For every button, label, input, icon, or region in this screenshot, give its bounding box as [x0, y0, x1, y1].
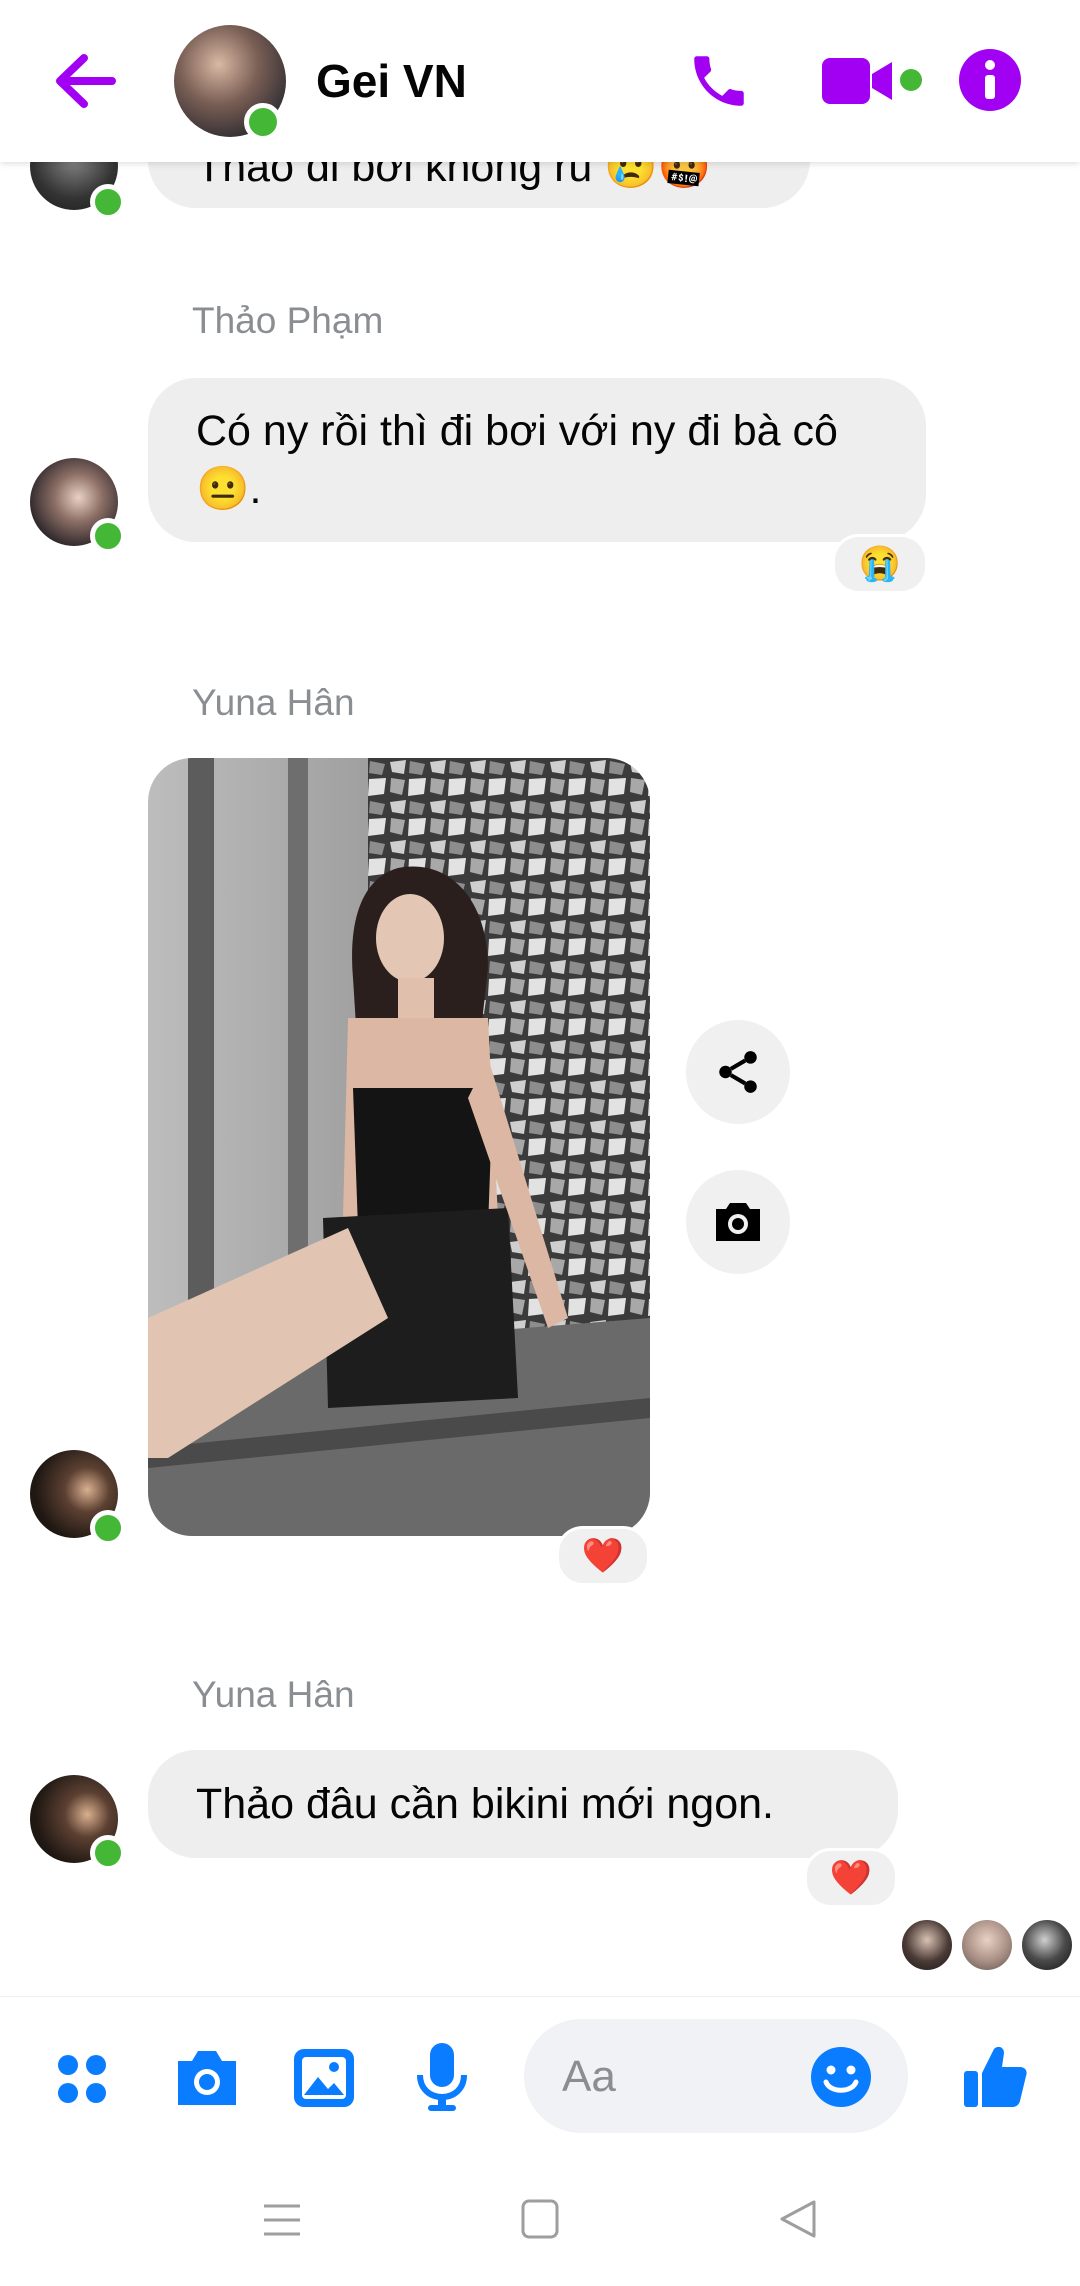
- message-composer: [0, 1996, 1080, 2157]
- sender-name: Yuna Hân: [192, 682, 355, 723]
- video-camera-icon: [822, 58, 892, 104]
- message-bubble[interactable]: Thảo đâu cần bikini mới ngon.: [148, 1750, 898, 1858]
- share-button[interactable]: [686, 1020, 790, 1124]
- microphone-icon: [417, 2043, 467, 2111]
- online-indicator: [90, 1835, 126, 1871]
- more-actions-button[interactable]: [56, 2053, 108, 2105]
- message-input-container[interactable]: [524, 2019, 908, 2133]
- photo-attachment[interactable]: [148, 758, 650, 1536]
- video-call-button[interactable]: [822, 54, 922, 108]
- voice-message-button[interactable]: [416, 2041, 468, 2113]
- sender-name: Yuna Hân: [192, 1674, 355, 1715]
- emoji-icon: [811, 2047, 871, 2107]
- message-reaction[interactable]: ❤️: [804, 1848, 898, 1908]
- message-text: Có ny rồi thì đi bơi với ny đi bà cô 😐.: [196, 407, 838, 513]
- message-bubble[interactable]: Có ny rồi thì đi bơi với ny đi bà cô 😐.: [148, 378, 926, 542]
- camera-button[interactable]: [174, 2047, 240, 2109]
- phone-icon: [694, 56, 744, 106]
- like-button[interactable]: [962, 2043, 1028, 2109]
- camera-icon: [178, 2051, 236, 2105]
- message-reaction[interactable]: 😭: [832, 534, 928, 594]
- online-indicator: [90, 1510, 126, 1546]
- camera-edit-button[interactable]: [686, 1170, 790, 1274]
- message-input[interactable]: [560, 2049, 804, 2105]
- photo-image: [148, 758, 650, 1536]
- system-back-button[interactable]: [778, 2198, 818, 2240]
- gallery-button[interactable]: [292, 2047, 356, 2109]
- seen-avatar[interactable]: [900, 1918, 954, 1972]
- online-indicator: [90, 518, 126, 554]
- message-reaction[interactable]: ❤️: [556, 1526, 650, 1586]
- share-icon: [719, 1051, 757, 1093]
- recent-apps-icon: [264, 2204, 300, 2236]
- home-button[interactable]: [520, 2198, 560, 2240]
- message-text: Thảo đâu cần bikini mới ngon.: [196, 1780, 774, 1828]
- sender-name: Thảo Phạm: [192, 300, 384, 341]
- gallery-icon: [294, 2049, 354, 2107]
- video-active-dot: [900, 69, 922, 91]
- recent-apps-button[interactable]: [262, 2200, 302, 2240]
- camera-icon: [716, 1203, 760, 1241]
- chat-header: Gei VN: [0, 0, 1080, 162]
- online-indicator: [90, 184, 126, 220]
- chat-title[interactable]: Gei VN: [316, 54, 467, 108]
- back-button[interactable]: [50, 48, 120, 114]
- seen-avatar[interactable]: [1020, 1918, 1074, 1972]
- info-button[interactable]: [958, 48, 1022, 112]
- online-indicator: [244, 103, 282, 141]
- info-icon: [959, 49, 1021, 111]
- call-button[interactable]: [686, 48, 752, 114]
- menu-dots-icon: [58, 2055, 106, 2103]
- home-icon: [521, 2199, 559, 2239]
- like-icon: [964, 2046, 1027, 2107]
- back-arrow-icon: [56, 54, 116, 108]
- emoji-button[interactable]: [810, 2046, 872, 2108]
- back-icon: [780, 2200, 816, 2238]
- system-navigation-bar: [0, 2156, 1080, 2286]
- seen-avatar[interactable]: [960, 1918, 1014, 1972]
